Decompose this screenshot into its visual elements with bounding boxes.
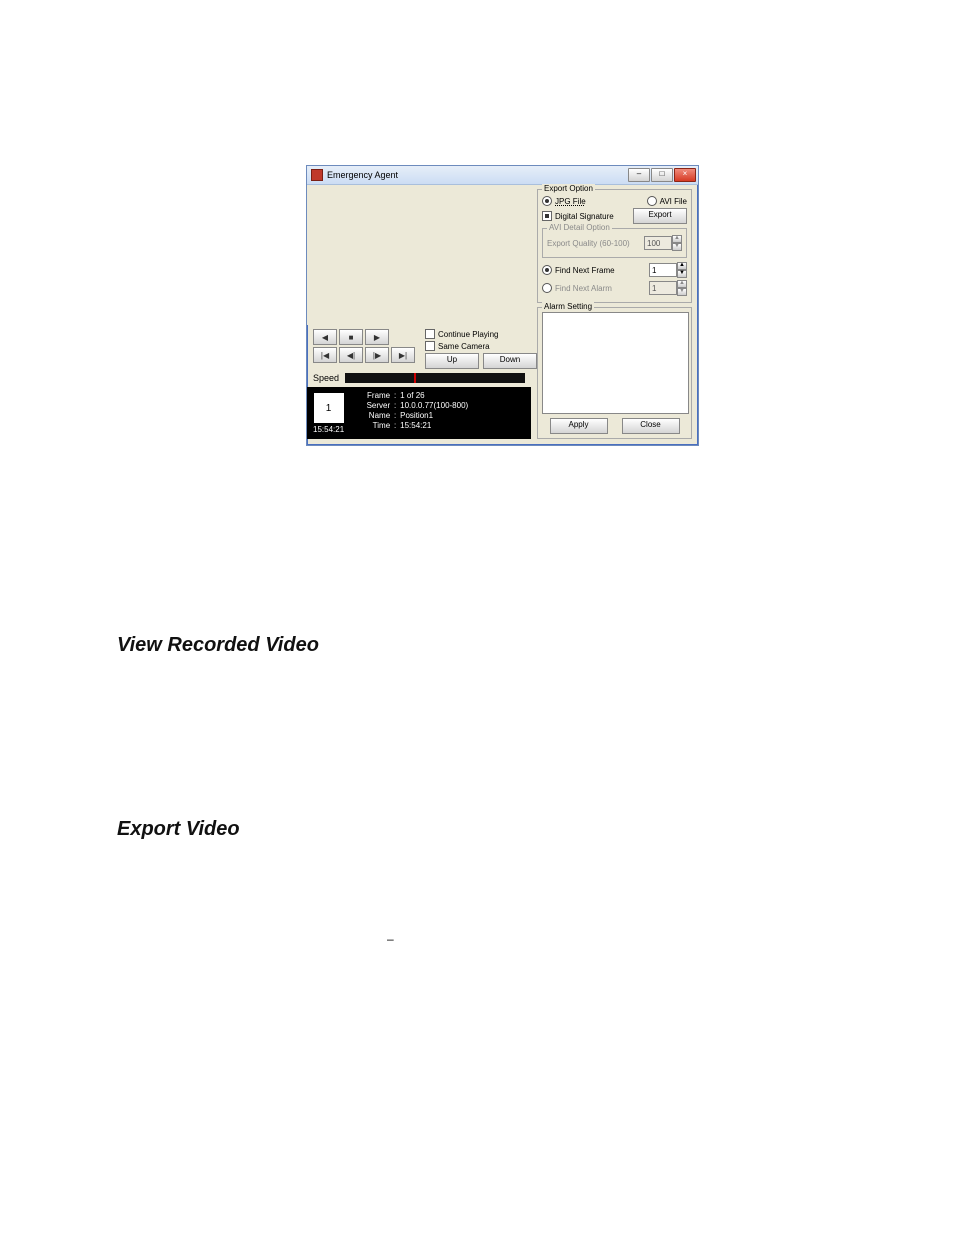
export-option-group: Export Option JPG File AVI File xyxy=(537,189,692,303)
spin-up-icon: ▲ xyxy=(672,235,682,243)
dialog-body: ◀ ■ ▶ |◀ ◀| |▶ ▶| xyxy=(307,185,698,445)
time-value: 15:54:21 xyxy=(400,421,431,430)
export-quality-spinner: ▲▼ xyxy=(644,235,682,251)
colon: : xyxy=(392,391,398,400)
frame-label: Frame xyxy=(356,391,390,400)
speed-slider-handle[interactable] xyxy=(414,373,416,383)
colon: : xyxy=(392,401,398,410)
apply-button[interactable]: Apply xyxy=(550,418,608,434)
spin-down-icon: ▼ xyxy=(677,288,687,296)
find-next-frame-spinner[interactable]: ▲▼ xyxy=(649,262,687,278)
digital-signature-checkbox[interactable] xyxy=(542,211,552,221)
thumbnail-time: 15:54:21 xyxy=(313,425,344,434)
jpg-radio[interactable] xyxy=(542,196,552,206)
titlebar-left: Emergency Agent xyxy=(311,169,398,181)
name-value: Position1 xyxy=(400,411,433,420)
app-icon xyxy=(311,169,323,181)
avi-radio[interactable] xyxy=(647,196,657,206)
export-quality-label: Export Quality (60-100) xyxy=(547,239,630,248)
close-button[interactable]: Close xyxy=(622,418,680,434)
window-controls: – □ × xyxy=(628,168,696,182)
last-frame-button[interactable]: ▶| xyxy=(391,347,415,363)
maximize-button[interactable]: □ xyxy=(651,168,673,182)
time-label: Time xyxy=(356,421,390,430)
playback-controls: ◀ ■ ▶ |◀ ◀| |▶ ▶| xyxy=(307,325,531,371)
spin-down-icon: ▼ xyxy=(672,243,682,251)
info-bar: 1 15:54:21 Frame : 1 of 26 Server : 10.0… xyxy=(307,387,531,439)
name-label: Name xyxy=(356,411,390,420)
export-option-label: Export Option xyxy=(542,184,595,193)
frame-value: 1 of 26 xyxy=(400,391,424,400)
continue-playing-label: Continue Playing xyxy=(438,330,498,339)
find-next-alarm-spinner: ▲▼ xyxy=(649,280,687,296)
speed-label: Speed xyxy=(313,373,339,383)
window-title: Emergency Agent xyxy=(327,170,398,180)
server-value: 10.0.0.77(100-800) xyxy=(400,401,468,410)
same-camera-checkbox[interactable] xyxy=(425,341,435,351)
spin-down-icon[interactable]: ▼ xyxy=(677,270,687,278)
alarm-setting-label: Alarm Setting xyxy=(542,302,594,311)
step-forward-button[interactable]: |▶ xyxy=(365,347,389,363)
rewind-button[interactable]: ◀ xyxy=(313,329,337,345)
minimize-button[interactable]: – xyxy=(628,168,650,182)
avi-label: AVI File xyxy=(660,197,687,206)
spin-up-icon[interactable]: ▲ xyxy=(677,262,687,270)
find-next-frame-label: Find Next Frame xyxy=(555,266,615,275)
digital-signature-label: Digital Signature xyxy=(555,212,614,221)
server-label: Server xyxy=(356,401,390,410)
info-table: Frame : 1 of 26 Server : 10.0.0.77(100-8… xyxy=(356,391,468,435)
speed-slider[interactable] xyxy=(345,373,525,383)
alarm-setting-group: Alarm Setting Apply Close xyxy=(537,307,692,439)
step-back-button[interactable]: ◀| xyxy=(339,347,363,363)
same-camera-label: Same Camera xyxy=(438,342,490,351)
export-quality-input xyxy=(644,236,672,250)
speed-row: Speed xyxy=(307,371,531,387)
down-button[interactable]: Down xyxy=(483,353,537,369)
first-frame-button[interactable]: |◀ xyxy=(313,347,337,363)
avi-detail-group: AVI Detail Option Export Quality (60-100… xyxy=(542,228,687,258)
dash-text: – xyxy=(387,932,394,946)
up-button[interactable]: Up xyxy=(425,353,479,369)
close-window-button[interactable]: × xyxy=(674,168,696,182)
spin-up-icon: ▲ xyxy=(677,280,687,288)
right-pane: Export Option JPG File AVI File xyxy=(531,185,698,445)
playback-options: Continue Playing Same Camera Up Down xyxy=(425,329,537,369)
playback-button-grid: ◀ ■ ▶ |◀ ◀| |▶ ▶| xyxy=(313,329,415,363)
heading-view-recorded-video: View Recorded Video xyxy=(117,634,319,657)
left-pane: ◀ ■ ▶ |◀ ◀| |▶ ▶| xyxy=(307,185,531,445)
page: Emergency Agent – □ × ◀ ■ ▶ xyxy=(0,0,954,1235)
emergency-agent-dialog: Emergency Agent – □ × ◀ ■ ▶ xyxy=(306,165,699,446)
find-next-frame-input[interactable] xyxy=(649,263,677,277)
find-next-frame-radio[interactable] xyxy=(542,265,552,275)
colon: : xyxy=(392,421,398,430)
colon: : xyxy=(392,411,398,420)
play-button[interactable]: ▶ xyxy=(365,329,389,345)
find-next-alarm-radio[interactable] xyxy=(542,283,552,293)
export-button[interactable]: Export xyxy=(633,208,687,224)
find-next-alarm-input xyxy=(649,281,677,295)
titlebar: Emergency Agent – □ × xyxy=(307,166,698,185)
stop-button[interactable]: ■ xyxy=(339,329,363,345)
continue-playing-checkbox[interactable] xyxy=(425,329,435,339)
video-display-area xyxy=(307,185,531,325)
camera-thumbnail: 1 xyxy=(314,393,344,423)
heading-export-video: Export Video xyxy=(117,818,240,841)
avi-detail-label: AVI Detail Option xyxy=(547,223,612,232)
thumbnail-column: 1 15:54:21 xyxy=(313,391,344,435)
jpg-label: JPG File xyxy=(555,197,586,206)
alarm-listbox[interactable] xyxy=(542,312,689,414)
find-next-alarm-label: Find Next Alarm xyxy=(555,284,612,293)
